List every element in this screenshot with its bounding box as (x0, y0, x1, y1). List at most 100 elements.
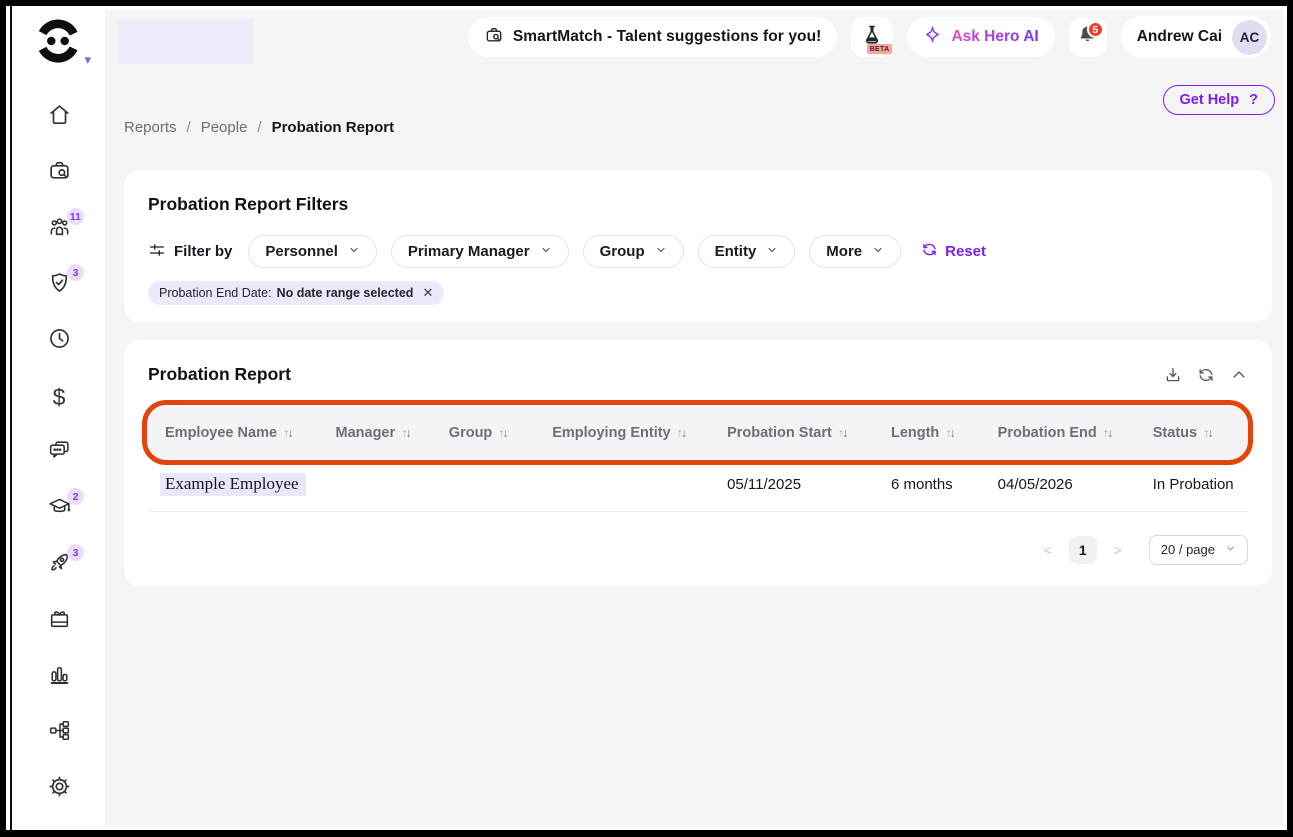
reset-filters-button[interactable]: Reset (921, 241, 986, 262)
sidebar-item-payroll[interactable]: $ (46, 384, 72, 410)
filter-by-label: Filter by (174, 243, 232, 260)
download-icon[interactable] (1164, 366, 1182, 384)
sidebar-nav: 11 3 $ 2 3 (46, 104, 72, 802)
sidebar: ▾ 11 3 $ (13, 6, 105, 830)
col-employing-entity[interactable]: Employing Entity ↑↓ (535, 407, 710, 459)
get-help-label: Get Help (1180, 92, 1240, 108)
prev-page-button[interactable]: < (1039, 542, 1057, 558)
reset-label: Reset (945, 243, 986, 260)
get-help-button[interactable]: Get Help ? (1163, 85, 1275, 115)
breadcrumb-separator: / (187, 119, 191, 136)
probation-table-wrap: Employee Name↑↓ Manager ↑↓ Group ↑↓ Employ… (148, 407, 1248, 512)
ask-hero-ai-button[interactable]: Ask Hero AI (907, 17, 1054, 57)
app-window: ▾ 11 3 $ (6, 6, 1287, 830)
col-label: Manager (336, 425, 396, 441)
chip-value: No date range selected (277, 286, 414, 300)
sort-icon: ↑↓ (677, 426, 688, 440)
page-size-value: 20 / page (1161, 542, 1215, 557)
col-probation-end[interactable]: Probation End ↑↓ (981, 407, 1136, 459)
sidebar-item-benefits[interactable] (46, 608, 72, 634)
breadcrumb-people[interactable]: People (201, 119, 248, 136)
page-number-button[interactable]: 1 (1069, 536, 1097, 564)
col-probation-start[interactable]: Probation Start↑↓ (710, 407, 874, 459)
col-manager[interactable]: Manager ↑↓ (319, 407, 432, 459)
cell-employing-entity (535, 459, 710, 511)
cell-length: 6 months (874, 459, 981, 511)
employee-name-placeholder: Example Employee (160, 473, 306, 496)
personnel-dropdown[interactable]: Personnel (248, 235, 377, 268)
more-dropdown[interactable]: More (809, 235, 901, 268)
sidebar-item-reports[interactable] (46, 664, 72, 690)
group-dropdown[interactable]: Group (583, 235, 684, 268)
col-group[interactable]: Group ↑↓ (432, 407, 535, 459)
sidebar-item-org-chart[interactable] (46, 720, 72, 746)
col-label: Employing Entity (552, 425, 670, 441)
breadcrumb-reports[interactable]: Reports (124, 119, 177, 136)
sort-icon: ↑↓ (283, 426, 294, 440)
entity-dropdown-label: Entity (715, 243, 757, 260)
col-label: Length (891, 425, 939, 441)
avatar: AC (1232, 20, 1267, 55)
chip-close-icon[interactable]: ✕ (422, 285, 433, 301)
col-label: Probation End (998, 425, 1097, 441)
probation-table: Employee Name↑↓ Manager ↑↓ Group ↑↓ Employ… (148, 407, 1248, 512)
more-dropdown-label: More (826, 243, 862, 260)
smartmatch-button[interactable]: SmartMatch - Talent suggestions for you! (468, 17, 838, 57)
report-card-actions (1164, 366, 1248, 384)
col-employee-name[interactable]: Employee Name↑↓ (148, 407, 319, 459)
next-page-button[interactable]: > (1109, 542, 1127, 558)
chevron-down-icon (1225, 542, 1236, 557)
report-card-title: Probation Report (148, 364, 1248, 385)
company-name-placeholder (118, 19, 253, 64)
pagination: < 1 > 20 / page (148, 535, 1248, 565)
col-status[interactable]: Status↑↓ (1136, 407, 1248, 459)
sidebar-item-home[interactable] (46, 104, 72, 130)
question-mark-icon: ? (1249, 92, 1258, 108)
collapse-chevron-up-icon[interactable] (1230, 366, 1248, 384)
sidebar-item-learning[interactable]: 2 (46, 496, 72, 522)
primary-manager-dropdown[interactable]: Primary Manager (391, 235, 569, 268)
window-edge-line (10, 6, 12, 830)
col-length[interactable]: Length ↑↓ (874, 407, 981, 459)
chevron-down-icon (766, 243, 778, 260)
sidebar-item-onboarding[interactable]: 3 (46, 552, 72, 578)
gift-icon (47, 606, 72, 636)
sort-icon: ↑↓ (1103, 426, 1114, 440)
beta-lab-button[interactable]: BETA (851, 17, 893, 57)
table-row: Example Employee 05/11/2025 6 months 04/… (148, 459, 1248, 511)
report-card: Probation Report Employee Name↑↓ (124, 340, 1272, 586)
brand-logo[interactable]: ▾ (35, 18, 83, 68)
sparkle-icon (923, 25, 942, 49)
personnel-dropdown-label: Personnel (265, 243, 338, 260)
sort-icon: ↑↓ (401, 426, 412, 440)
notifications-button[interactable]: 5 (1069, 17, 1107, 57)
sidebar-item-messages[interactable] (46, 440, 72, 466)
briefcase-search-icon (484, 25, 504, 50)
employment-hero-logo-icon (35, 51, 81, 68)
sidebar-item-people[interactable]: 11 (46, 216, 72, 242)
user-menu[interactable]: Andrew Cai AC (1121, 16, 1271, 58)
filters-card-title: Probation Report Filters (148, 194, 1248, 215)
sort-icon: ↑↓ (498, 426, 509, 440)
filter-by-label-group: Filter by (148, 241, 232, 263)
group-dropdown-label: Group (600, 243, 645, 260)
probation-end-date-chip: Probation End Date: No date range select… (148, 281, 444, 305)
onboarding-badge: 3 (67, 544, 84, 561)
sidebar-item-settings[interactable] (46, 776, 72, 802)
cell-probation-start: 05/11/2025 (710, 459, 874, 511)
user-name: Andrew Cai (1137, 28, 1222, 46)
sidebar-item-recruitment[interactable] (46, 160, 72, 186)
refresh-icon[interactable] (1197, 366, 1215, 384)
filter-row: Filter by Personnel Primary Manager Grou… (148, 235, 1248, 268)
sliders-icon (148, 241, 166, 263)
sidebar-item-timesheets[interactable] (46, 328, 72, 354)
page-size-select[interactable]: 20 / page (1149, 535, 1248, 565)
entity-dropdown[interactable]: Entity (698, 235, 796, 268)
bar-chart-icon (47, 662, 72, 692)
col-label: Group (449, 425, 493, 441)
smartmatch-label: SmartMatch - Talent suggestions for you! (513, 28, 822, 46)
sort-icon: ↑↓ (945, 426, 956, 440)
sidebar-item-compliance[interactable]: 3 (46, 272, 72, 298)
table-header-row: Employee Name↑↓ Manager ↑↓ Group ↑↓ Employ… (148, 407, 1248, 459)
beta-badge: BETA (867, 44, 893, 54)
